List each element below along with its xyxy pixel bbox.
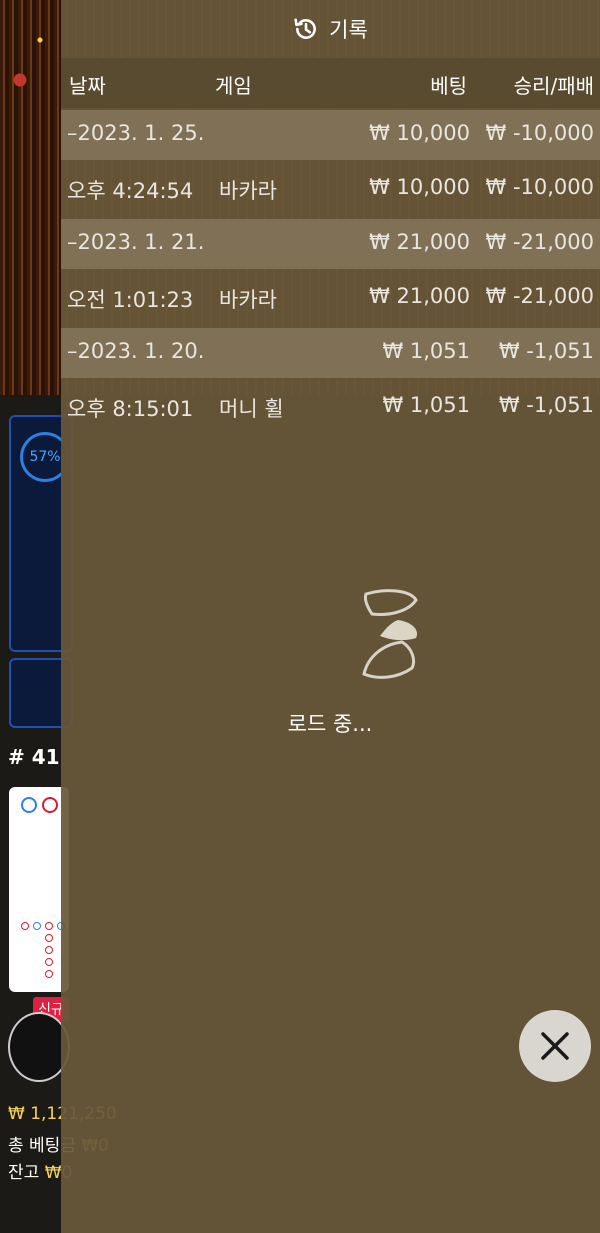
- bet-amount: ₩ 10,000: [369, 175, 470, 199]
- date-label: –2023. 1. 25.: [67, 121, 205, 145]
- col-date: 날짜: [69, 74, 106, 98]
- entry-game: 머니 휠: [219, 397, 284, 421]
- history-entry-row[interactable]: 오후 8:15:01 머니 휠 ₩ 1,051 ₩ -1,051: [61, 382, 600, 432]
- round-number: # 41: [8, 745, 60, 769]
- bet-amount: ₩ 1,051: [382, 339, 470, 363]
- history-icon: [294, 18, 317, 39]
- close-button[interactable]: [519, 1010, 591, 1082]
- col-game: 게임: [215, 74, 252, 98]
- result-amount: ₩ -1,051: [498, 339, 594, 363]
- date-group-row[interactable]: –2023. 1. 21. ₩ 21,000 ₩ -21,000: [61, 219, 600, 269]
- entry-time: 오후 8:15:01: [67, 397, 194, 421]
- entry-time: 오후 4:24:54: [67, 179, 194, 203]
- entry-game: 바카라: [219, 179, 277, 203]
- result-amount: ₩ -10,000: [485, 175, 595, 199]
- date-group-row[interactable]: –2023. 1. 20. ₩ 1,051 ₩ -1,051: [61, 328, 600, 378]
- result-amount: ₩ -21,000: [485, 284, 595, 308]
- bet-amount: ₩ 1,051: [382, 393, 470, 417]
- table-header: 날짜 게임 베팅 승리/패배: [61, 58, 600, 108]
- entry-game: 바카라: [219, 288, 277, 312]
- col-result: 승리/패배: [513, 74, 594, 98]
- balance-label: 잔고: [8, 1163, 40, 1183]
- panel-header: 기록: [61, 0, 600, 58]
- loading-spinner-icon: [362, 589, 418, 679]
- result-amount: ₩ -21,000: [485, 230, 595, 254]
- bet-amount: ₩ 10,000: [369, 121, 470, 145]
- date-group-row[interactable]: –2023. 1. 25. ₩ 10,000 ₩ -10,000: [61, 110, 600, 160]
- col-bet: 베팅: [430, 74, 467, 98]
- loading-text: 로드 중...: [287, 712, 373, 736]
- date-label: –2023. 1. 20.: [67, 339, 205, 363]
- close-icon: [541, 1032, 569, 1060]
- bet-amount: ₩ 21,000: [369, 230, 470, 254]
- history-entry-row[interactable]: 오전 1:01:23 바카라 ₩ 21,000 ₩ -21,000: [61, 273, 600, 323]
- result-amount: ₩ -1,051: [498, 393, 594, 417]
- entry-time: 오전 1:01:23: [67, 288, 194, 312]
- date-label: –2023. 1. 21.: [67, 230, 205, 254]
- history-entry-row[interactable]: 오후 4:24:54 바카라 ₩ 10,000 ₩ -10,000: [61, 164, 600, 214]
- bead-road-board: [9, 787, 69, 992]
- result-amount: ₩ -10,000: [485, 121, 595, 145]
- panel-title: 기록: [329, 18, 368, 42]
- bet-amount: ₩ 21,000: [369, 284, 470, 308]
